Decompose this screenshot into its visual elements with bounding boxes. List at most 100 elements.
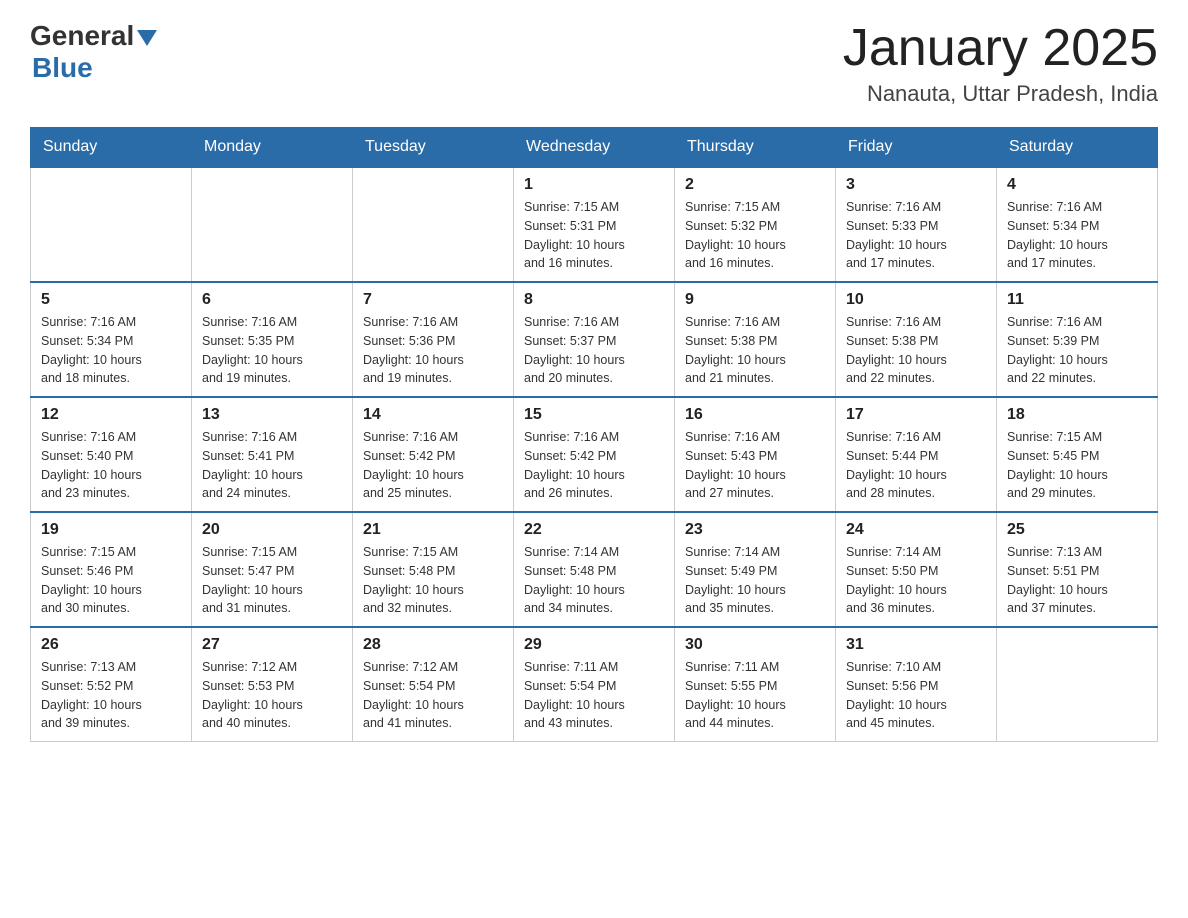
day-info: Sunrise: 7:16 AMSunset: 5:42 PMDaylight:… <box>524 428 664 503</box>
day-number: 22 <box>524 521 664 539</box>
day-info: Sunrise: 7:15 AMSunset: 5:46 PMDaylight:… <box>41 543 181 618</box>
calendar-cell: 8 Sunrise: 7:16 AMSunset: 5:37 PMDaylight… <box>514 282 675 397</box>
logo-blue-text: Blue <box>32 52 93 84</box>
day-number: 18 <box>1007 406 1147 424</box>
day-info: Sunrise: 7:16 AMSunset: 5:34 PMDaylight:… <box>41 313 181 388</box>
day-info: Sunrise: 7:14 AMSunset: 5:50 PMDaylight:… <box>846 543 986 618</box>
day-info: Sunrise: 7:12 AMSunset: 5:54 PMDaylight:… <box>363 658 503 733</box>
day-info: Sunrise: 7:16 AMSunset: 5:33 PMDaylight:… <box>846 198 986 273</box>
calendar-cell: 23 Sunrise: 7:14 AMSunset: 5:49 PMDayligh… <box>675 512 836 627</box>
weekday-header-monday: Monday <box>192 128 353 168</box>
calendar-cell: 3Sunrise: 7:16 AMSunset: 5:33 PMDaylight… <box>836 167 997 282</box>
day-number: 26 <box>41 636 181 654</box>
calendar-cell <box>192 167 353 282</box>
calendar-header-row: SundayMondayTuesdayWednesdayThursdayFrid… <box>31 128 1158 168</box>
day-info: Sunrise: 7:15 AMSunset: 5:31 PMDaylight:… <box>524 198 664 273</box>
day-info: Sunrise: 7:15 AMSunset: 5:47 PMDaylight:… <box>202 543 342 618</box>
calendar-cell: 14 Sunrise: 7:16 AMSunset: 5:42 PMDayligh… <box>353 397 514 512</box>
day-info: Sunrise: 7:16 AMSunset: 5:38 PMDaylight:… <box>685 313 825 388</box>
page-header: General Blue January 2025 Nanauta, Uttar… <box>30 20 1158 107</box>
day-number: 14 <box>363 406 503 424</box>
day-info: Sunrise: 7:11 AMSunset: 5:54 PMDaylight:… <box>524 658 664 733</box>
day-number: 19 <box>41 521 181 539</box>
calendar-cell: 24 Sunrise: 7:14 AMSunset: 5:50 PMDayligh… <box>836 512 997 627</box>
calendar-cell: 13 Sunrise: 7:16 AMSunset: 5:41 PMDayligh… <box>192 397 353 512</box>
day-number: 15 <box>524 406 664 424</box>
weekday-header-sunday: Sunday <box>31 128 192 168</box>
day-number: 31 <box>846 636 986 654</box>
day-number: 5 <box>41 291 181 309</box>
calendar-cell: 20 Sunrise: 7:15 AMSunset: 5:47 PMDayligh… <box>192 512 353 627</box>
calendar-cell: 9Sunrise: 7:16 AMSunset: 5:38 PMDaylight… <box>675 282 836 397</box>
day-number: 13 <box>202 406 342 424</box>
calendar-cell: 28 Sunrise: 7:12 AMSunset: 5:54 PMDayligh… <box>353 627 514 742</box>
day-number: 10 <box>846 291 986 309</box>
calendar-cell: 25 Sunrise: 7:13 AMSunset: 5:51 PMDayligh… <box>997 512 1158 627</box>
calendar-cell: 21Sunrise: 7:15 AMSunset: 5:48 PMDayligh… <box>353 512 514 627</box>
day-info: Sunrise: 7:10 AMSunset: 5:56 PMDaylight:… <box>846 658 986 733</box>
calendar-cell <box>353 167 514 282</box>
day-number: 20 <box>202 521 342 539</box>
day-info: Sunrise: 7:16 AMSunset: 5:42 PMDaylight:… <box>363 428 503 503</box>
calendar-week-row: 5 Sunrise: 7:16 AMSunset: 5:34 PMDaylight… <box>31 282 1158 397</box>
calendar-cell: 6 Sunrise: 7:16 AMSunset: 5:35 PMDaylight… <box>192 282 353 397</box>
day-number: 25 <box>1007 521 1147 539</box>
title-section: January 2025 Nanauta, Uttar Pradesh, Ind… <box>843 20 1158 107</box>
month-title: January 2025 <box>843 20 1158 77</box>
day-number: 12 <box>41 406 181 424</box>
day-number: 7 <box>363 291 503 309</box>
day-number: 4 <box>1007 176 1147 194</box>
calendar-cell <box>31 167 192 282</box>
calendar-cell: 29 Sunrise: 7:11 AMSunset: 5:54 PMDayligh… <box>514 627 675 742</box>
day-number: 23 <box>685 521 825 539</box>
calendar-cell: 11 Sunrise: 7:16 AMSunset: 5:39 PMDayligh… <box>997 282 1158 397</box>
calendar-cell: 16Sunrise: 7:16 AMSunset: 5:43 PMDayligh… <box>675 397 836 512</box>
day-info: Sunrise: 7:16 AMSunset: 5:39 PMDaylight:… <box>1007 313 1147 388</box>
day-number: 29 <box>524 636 664 654</box>
day-info: Sunrise: 7:16 AMSunset: 5:43 PMDaylight:… <box>685 428 825 503</box>
logo-general-text: General <box>30 20 134 52</box>
calendar-cell: 19 Sunrise: 7:15 AMSunset: 5:46 PMDayligh… <box>31 512 192 627</box>
day-info: Sunrise: 7:16 AMSunset: 5:36 PMDaylight:… <box>363 313 503 388</box>
calendar-cell: 7 Sunrise: 7:16 AMSunset: 5:36 PMDaylight… <box>353 282 514 397</box>
day-info: Sunrise: 7:11 AMSunset: 5:55 PMDaylight:… <box>685 658 825 733</box>
day-info: Sunrise: 7:13 AMSunset: 5:51 PMDaylight:… <box>1007 543 1147 618</box>
calendar-cell: 2 Sunrise: 7:15 AMSunset: 5:32 PMDaylight… <box>675 167 836 282</box>
calendar-cell: 30Sunrise: 7:11 AMSunset: 5:55 PMDayligh… <box>675 627 836 742</box>
day-number: 11 <box>1007 291 1147 309</box>
day-info: Sunrise: 7:13 AMSunset: 5:52 PMDaylight:… <box>41 658 181 733</box>
logo-arrow-icon <box>137 30 157 46</box>
calendar-cell: 5 Sunrise: 7:16 AMSunset: 5:34 PMDaylight… <box>31 282 192 397</box>
day-info: Sunrise: 7:16 AMSunset: 5:38 PMDaylight:… <box>846 313 986 388</box>
day-info: Sunrise: 7:16 AMSunset: 5:34 PMDaylight:… <box>1007 198 1147 273</box>
calendar-week-row: 26 Sunrise: 7:13 AMSunset: 5:52 PMDayligh… <box>31 627 1158 742</box>
calendar-cell: 12 Sunrise: 7:16 AMSunset: 5:40 PMDayligh… <box>31 397 192 512</box>
calendar-week-row: 19 Sunrise: 7:15 AMSunset: 5:46 PMDayligh… <box>31 512 1158 627</box>
logo: General Blue <box>30 20 157 84</box>
location-title: Nanauta, Uttar Pradesh, India <box>843 81 1158 107</box>
calendar-cell: 4 Sunrise: 7:16 AMSunset: 5:34 PMDaylight… <box>997 167 1158 282</box>
day-number: 1 <box>524 176 664 194</box>
day-info: Sunrise: 7:14 AMSunset: 5:49 PMDaylight:… <box>685 543 825 618</box>
day-number: 17 <box>846 406 986 424</box>
calendar-cell: 17Sunrise: 7:16 AMSunset: 5:44 PMDayligh… <box>836 397 997 512</box>
day-number: 28 <box>363 636 503 654</box>
day-number: 2 <box>685 176 825 194</box>
day-info: Sunrise: 7:16 AMSunset: 5:37 PMDaylight:… <box>524 313 664 388</box>
day-number: 24 <box>846 521 986 539</box>
day-info: Sunrise: 7:16 AMSunset: 5:41 PMDaylight:… <box>202 428 342 503</box>
day-info: Sunrise: 7:16 AMSunset: 5:35 PMDaylight:… <box>202 313 342 388</box>
day-info: Sunrise: 7:12 AMSunset: 5:53 PMDaylight:… <box>202 658 342 733</box>
day-info: Sunrise: 7:16 AMSunset: 5:40 PMDaylight:… <box>41 428 181 503</box>
weekday-header-wednesday: Wednesday <box>514 128 675 168</box>
day-number: 27 <box>202 636 342 654</box>
day-info: Sunrise: 7:15 AMSunset: 5:32 PMDaylight:… <box>685 198 825 273</box>
day-number: 6 <box>202 291 342 309</box>
weekday-header-tuesday: Tuesday <box>353 128 514 168</box>
day-number: 8 <box>524 291 664 309</box>
calendar-cell: 22Sunrise: 7:14 AMSunset: 5:48 PMDayligh… <box>514 512 675 627</box>
weekday-header-friday: Friday <box>836 128 997 168</box>
calendar-cell: 26 Sunrise: 7:13 AMSunset: 5:52 PMDayligh… <box>31 627 192 742</box>
weekday-header-thursday: Thursday <box>675 128 836 168</box>
calendar-cell: 27 Sunrise: 7:12 AMSunset: 5:53 PMDayligh… <box>192 627 353 742</box>
